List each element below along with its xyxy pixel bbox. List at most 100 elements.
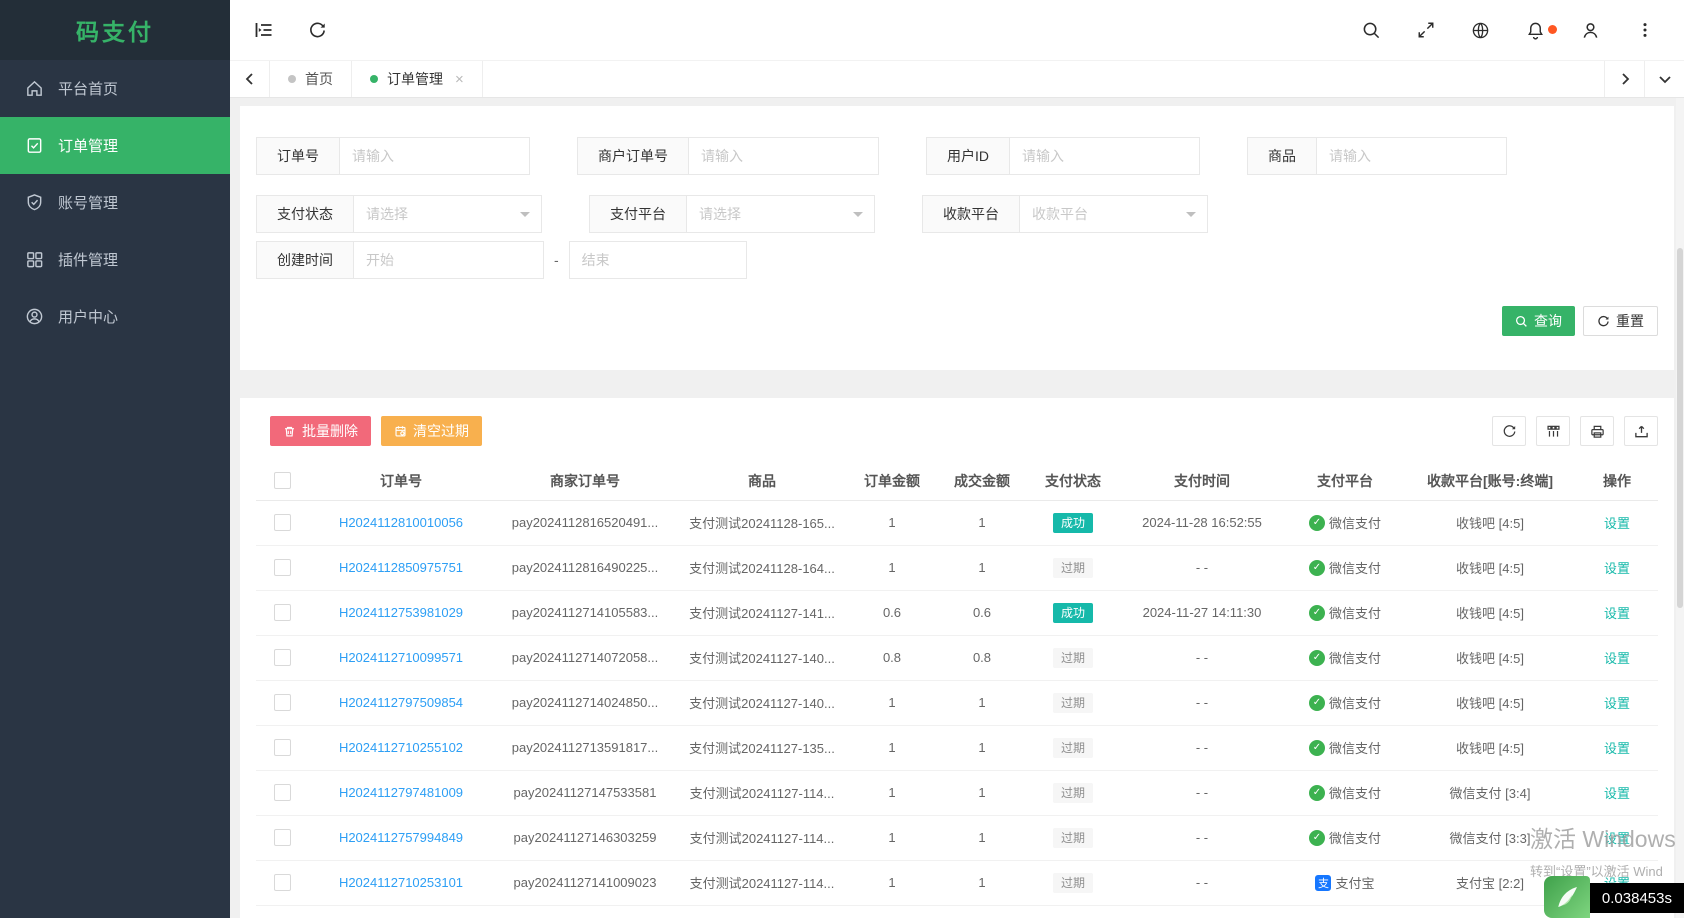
order-number-link[interactable]: H2024112810010056	[339, 515, 463, 530]
row-checkbox[interactable]	[273, 514, 291, 531]
language-icon[interactable]	[1471, 21, 1490, 40]
row-checkbox[interactable]	[273, 559, 291, 576]
select-all-checkbox[interactable]	[273, 472, 291, 490]
column-header: 成交金额	[936, 462, 1028, 501]
search-button[interactable]: 查询	[1502, 306, 1575, 336]
order-number-link[interactable]: H2024112710099571	[339, 650, 463, 665]
tabs-scroll-left-icon[interactable]	[230, 61, 270, 97]
print-icon[interactable]	[1580, 416, 1614, 446]
table-header-row: 订单号 商家订单号 商品 订单金额 成交金额 支付状态 支付时间 支付平台 收款…	[256, 462, 1658, 501]
tabs-scroll-right-icon[interactable]	[1604, 61, 1644, 97]
filter-field: 商户订单号	[577, 137, 879, 175]
row-checkbox[interactable]	[273, 604, 291, 621]
settings-link[interactable]: 设置	[1604, 696, 1630, 711]
wechat-pay-icon: ✓	[1308, 604, 1325, 621]
row-checkbox[interactable]	[273, 829, 291, 846]
settings-link[interactable]: 设置	[1604, 786, 1630, 801]
more-icon[interactable]	[1636, 21, 1654, 39]
settings-link[interactable]: 设置	[1604, 741, 1630, 756]
order-number-link[interactable]: H2024112797509854	[339, 695, 463, 710]
paid-amount: 1	[936, 500, 1028, 546]
status-badge: 过期	[1052, 872, 1093, 893]
row-checkbox[interactable]	[273, 784, 291, 801]
row-checkbox[interactable]	[273, 694, 291, 711]
notification-dot	[1548, 24, 1557, 34]
tab-close-icon[interactable]: ×	[455, 72, 464, 87]
sidebar-item-account-management[interactable]: 账号管理	[0, 174, 230, 231]
date-start-input[interactable]	[354, 241, 544, 279]
sidebar-item-plugin-management[interactable]: 插件管理	[0, 231, 230, 288]
order-number-link[interactable]: H2024112753981029	[339, 605, 463, 620]
order-number-link[interactable]: H2024112757994849	[339, 830, 463, 845]
columns-icon[interactable]	[1536, 416, 1570, 446]
product-name: 支付测试20241127-140...	[676, 635, 848, 681]
status-badge: 过期	[1052, 557, 1093, 578]
sidebar-item-user-center[interactable]: 用户中心	[0, 288, 230, 345]
refresh-icon[interactable]	[308, 20, 327, 40]
filter-select-input[interactable]	[354, 195, 542, 233]
product-name: 支付测试20241128-165...	[676, 500, 848, 546]
account-icon	[27, 194, 42, 211]
content-area: 订单号 商户订单号 用户ID	[230, 98, 1684, 918]
filter-label: 商品	[1247, 137, 1317, 175]
row-checkbox[interactable]	[273, 739, 291, 756]
filter-text-input[interactable]	[1010, 137, 1200, 175]
filter-text-input[interactable]	[340, 137, 530, 175]
performance-badge: 0.038453s	[1543, 876, 1684, 918]
status-badge: 过期	[1052, 782, 1093, 803]
notification-icon[interactable]	[1526, 21, 1557, 40]
tab-order-management[interactable]: 订单管理 ×	[352, 61, 483, 97]
settings-link[interactable]: 设置	[1604, 651, 1630, 666]
fullscreen-icon[interactable]	[1417, 21, 1435, 39]
row-checkbox[interactable]	[273, 874, 291, 891]
pay-platform: ✓ 微信支付	[1308, 513, 1381, 532]
plugin-icon	[27, 252, 43, 268]
clear-expired-button[interactable]: 清空过期	[381, 416, 482, 446]
table-row: H2024112850975751 pay2024112816490225...…	[256, 545, 1658, 591]
batch-delete-button[interactable]: 批量删除	[270, 416, 371, 446]
merchant-order-number: pay20241127146303259	[494, 815, 676, 861]
filter-row-date: 创建时间 -	[256, 241, 1658, 279]
pay-time: - -	[1118, 725, 1286, 771]
order-number-link[interactable]: H2024112710253101	[339, 875, 463, 890]
pay-time: 2024-11-27 14:11:30	[1118, 590, 1286, 636]
scrollbar-thumb[interactable]	[1677, 248, 1683, 608]
order-number-link[interactable]: H2024112850975751	[339, 560, 463, 575]
tabs-menu-chevron-down-icon[interactable]	[1644, 61, 1684, 97]
paid-amount: 1	[936, 680, 1028, 726]
filter-row-select: 支付状态 支付平台 收款平台	[256, 195, 1658, 233]
filter-select-field: 支付平台	[589, 195, 875, 233]
user-icon[interactable]	[1581, 21, 1600, 40]
collapse-menu-icon[interactable]	[254, 20, 274, 40]
top-header	[230, 0, 1684, 60]
row-checkbox[interactable]	[273, 649, 291, 666]
refresh-icon[interactable]	[1492, 416, 1526, 446]
filter-select-input[interactable]	[687, 195, 875, 233]
date-range-separator: -	[554, 252, 559, 268]
search-icon	[1515, 315, 1527, 327]
paid-amount: 1	[936, 770, 1028, 816]
reset-button[interactable]: 重置	[1583, 306, 1658, 336]
filter-text-input[interactable]	[689, 137, 879, 175]
tab-label: 首页	[305, 71, 333, 87]
platform-label: 微信支付	[1328, 831, 1381, 846]
column-header: 订单号	[308, 462, 494, 501]
order-number-link[interactable]: H2024112710255102	[339, 740, 463, 755]
sidebar-item-platform-home[interactable]: 平台首页	[0, 60, 230, 117]
settings-link[interactable]: 设置	[1604, 516, 1630, 531]
date-end-input[interactable]	[568, 241, 747, 279]
filter-text-input[interactable]	[1317, 137, 1507, 175]
tab-status-dot	[370, 75, 378, 83]
merchant-order-number: pay20241127141009023	[494, 860, 676, 906]
search-icon[interactable]	[1362, 21, 1381, 40]
filter-select-input[interactable]	[1020, 195, 1208, 233]
status-badge: 成功	[1052, 602, 1093, 623]
status-badge: 成功	[1052, 512, 1093, 533]
tab-home[interactable]: 首页	[270, 61, 352, 97]
settings-link[interactable]: 设置	[1604, 606, 1630, 621]
sidebar-item-order-management[interactable]: 订单管理	[0, 117, 230, 174]
export-icon[interactable]	[1624, 416, 1658, 446]
settings-link[interactable]: 设置	[1604, 831, 1630, 846]
order-number-link[interactable]: H2024112797481009	[339, 785, 463, 800]
settings-link[interactable]: 设置	[1604, 561, 1630, 576]
